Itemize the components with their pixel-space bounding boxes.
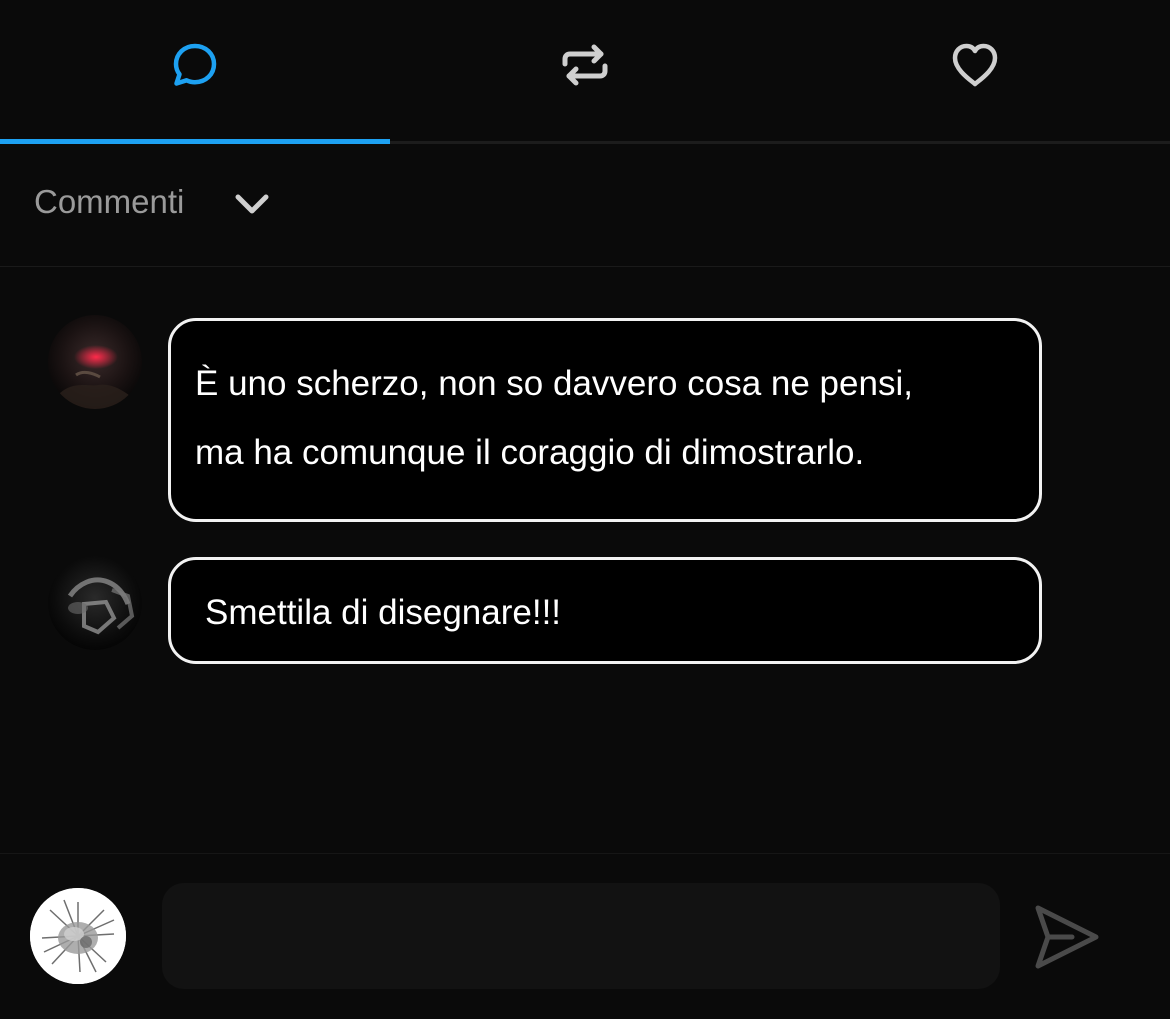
comments-panel: Commenti È uno scherzo, non so davvero c… xyxy=(0,0,1170,1019)
comment-composer xyxy=(0,853,1170,1019)
comment-bubble: È uno scherzo, non so davvero cosa ne pe… xyxy=(168,318,1042,522)
avatar-image xyxy=(30,888,126,984)
current-user-avatar[interactable] xyxy=(30,888,126,984)
tab-reposts[interactable] xyxy=(390,0,780,141)
tab-likes[interactable] xyxy=(780,0,1170,141)
repost-icon xyxy=(562,44,608,85)
comment-item: Smettila di disegnare!!! xyxy=(0,556,1170,664)
avatar[interactable] xyxy=(48,315,142,409)
send-icon[interactable] xyxy=(1030,902,1102,972)
tab-bar xyxy=(0,0,1170,144)
comment-text: Smettila di disegnare!!! xyxy=(205,593,562,632)
heart-icon xyxy=(952,43,998,86)
comments-title: Commenti xyxy=(34,183,185,220)
comment-bubble: Smettila di disegnare!!! xyxy=(168,557,1042,664)
tab-comments[interactable] xyxy=(0,0,390,144)
comment-icon xyxy=(173,43,217,86)
comments-header[interactable]: Commenti xyxy=(0,144,1170,267)
chevron-down-icon[interactable] xyxy=(232,189,272,219)
comment-input[interactable] xyxy=(162,883,1000,989)
avatar-image xyxy=(48,556,142,650)
avatar-image xyxy=(48,315,142,409)
comment-item: È uno scherzo, non so davvero cosa ne pe… xyxy=(0,315,1170,525)
avatar[interactable] xyxy=(48,556,142,650)
comment-text: È uno scherzo, non so davvero cosa ne pe… xyxy=(195,364,913,472)
